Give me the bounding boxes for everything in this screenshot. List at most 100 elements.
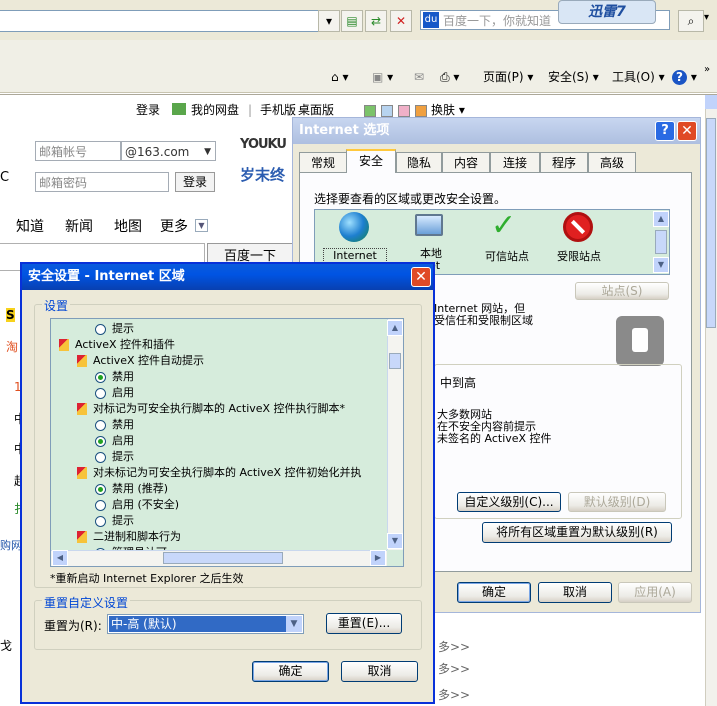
scroll-thumb[interactable]	[706, 118, 716, 328]
stop-button[interactable]: ✕	[390, 10, 412, 32]
search-go-button[interactable]: ⌕	[678, 10, 704, 32]
tab-content[interactable]: 内容	[442, 152, 490, 172]
setting-category[interactable]: ActiveX 控件自动提示	[77, 353, 204, 369]
custom-level-button[interactable]: 自定义级别(C)...	[457, 492, 561, 512]
setting-option[interactable]: 提示	[95, 449, 134, 465]
login-link[interactable]: 登录	[136, 101, 160, 119]
zone-trusted-sites[interactable]: 可信站点	[477, 248, 537, 264]
skin-swatch-orange[interactable]	[415, 105, 427, 117]
tab-general[interactable]: 常规	[299, 152, 347, 172]
refresh-button[interactable]: ⇄	[365, 10, 387, 32]
skin-swatch-pink[interactable]	[398, 105, 410, 117]
mobile-link[interactable]: 手机版	[260, 101, 296, 119]
scroll-up-button[interactable]	[705, 95, 717, 109]
nav-more[interactable]: 更多	[160, 216, 188, 236]
setting-category[interactable]: 对未标记为可安全执行脚本的 ActiveX 控件初始化并执	[77, 465, 362, 481]
h-scroll-thumb[interactable]	[163, 552, 283, 564]
tools-menu[interactable]: 工具(O) ▾	[612, 68, 665, 86]
setting-label: 提示	[112, 450, 134, 463]
close-button[interactable]: ✕	[677, 121, 697, 141]
radio-button[interactable]	[95, 323, 106, 335]
radio-button[interactable]	[95, 435, 106, 447]
youku-promo[interactable]: 岁末终	[240, 164, 285, 185]
radio-button[interactable]	[95, 419, 106, 431]
account-input[interactable]: 邮箱帐号	[35, 141, 121, 161]
chevron-right-icon[interactable]: »	[704, 64, 710, 75]
scroll-thumb[interactable]	[389, 353, 401, 369]
skin-swatch-green[interactable]	[364, 105, 376, 117]
radio-button[interactable]	[95, 371, 106, 383]
nav-news[interactable]: 新闻	[65, 216, 93, 236]
page-menu[interactable]: 页面(P) ▾	[483, 68, 533, 86]
compatibility-view-button[interactable]: ▤	[341, 10, 363, 32]
chevron-down-icon[interactable]: ▼	[195, 219, 208, 232]
scroll-down-button[interactable]: ▼	[653, 257, 669, 273]
radio-button[interactable]	[95, 451, 106, 463]
reset-level-select[interactable]: 中-高 (默认) ▼	[107, 614, 304, 634]
setting-option[interactable]: 提示	[95, 513, 134, 529]
netdisk-link[interactable]: 我的网盘	[191, 101, 239, 119]
mail-button[interactable]: ✉	[414, 68, 424, 86]
scroll-up-button[interactable]: ▲	[653, 211, 669, 227]
ie-ok-button[interactable]: 确定	[457, 582, 531, 603]
scroll-left-button[interactable]: ◀	[52, 550, 68, 566]
reset-all-zones-button[interactable]: 将所有区域重置为默认级别(R)	[482, 522, 672, 543]
tab-connections[interactable]: 连接	[490, 152, 540, 172]
tab-programs[interactable]: 程序	[540, 152, 588, 172]
setting-category[interactable]: 二进制和脚本行为	[77, 529, 181, 545]
setting-option[interactable]: 启用	[95, 385, 134, 401]
home-button[interactable]: ⌂ ▾	[331, 68, 348, 86]
tab-advanced[interactable]: 高级	[588, 152, 636, 172]
setting-option[interactable]: 启用	[95, 433, 134, 449]
address-bar[interactable]	[0, 10, 319, 32]
setting-option[interactable]: 提示	[95, 321, 134, 337]
help-button[interactable]: ?	[655, 121, 675, 141]
scroll-down-button[interactable]: ▼	[387, 533, 403, 549]
chevron-down-icon[interactable]: ▼	[286, 616, 302, 632]
default-level-button[interactable]: 默认级别(D)	[568, 492, 666, 512]
close-button[interactable]: ✕	[411, 267, 431, 287]
cancel-button[interactable]: 取消	[341, 661, 418, 682]
domain-select[interactable]: @163.com ▼	[121, 141, 216, 161]
more-link-1[interactable]: 多>>	[438, 638, 470, 655]
scroll-right-button[interactable]: ▶	[370, 550, 386, 566]
setting-category[interactable]: ActiveX 控件和插件	[59, 337, 175, 353]
youku-logo-text: YOUKU	[240, 137, 287, 152]
nav-zhidao[interactable]: 知道	[16, 216, 44, 236]
thunder-badge[interactable]: 迅雷7	[558, 0, 656, 24]
ie-apply-button[interactable]: 应用(A)	[618, 582, 692, 603]
setting-option[interactable]: 启用 (不安全)	[95, 497, 179, 513]
zone-restricted-sites[interactable]: 受限站点	[549, 248, 609, 264]
tab-privacy[interactable]: 隐私	[396, 152, 442, 172]
nav-map[interactable]: 地图	[114, 216, 142, 236]
settings-tree[interactable]: 提示 ActiveX 控件和插件 ActiveX 控件自动提示 禁用 启用 对标记为可安全…	[50, 318, 404, 567]
scroll-up-button[interactable]: ▲	[387, 320, 403, 336]
tab-security[interactable]: 安全	[346, 149, 396, 173]
radio-button[interactable]	[95, 483, 106, 495]
print-button[interactable]: ⎙ ▾	[440, 68, 459, 86]
password-input[interactable]: 邮箱密码	[35, 172, 169, 192]
radio-button[interactable]	[95, 499, 106, 511]
help-menu[interactable]: ? ▾	[672, 68, 697, 86]
skin-swatch-blue[interactable]	[381, 105, 393, 117]
setting-option[interactable]: 禁用 (推荐)	[95, 481, 168, 497]
ie-cancel-button[interactable]: 取消	[538, 582, 612, 603]
zone-internet[interactable]: Internet	[323, 248, 387, 263]
safety-menu[interactable]: 安全(S) ▾	[548, 68, 599, 86]
setting-category[interactable]: 对标记为可安全执行脚本的 ActiveX 控件执行脚本*	[77, 401, 345, 417]
search-options-chevron-icon[interactable]: ▾	[704, 12, 709, 23]
setting-option[interactable]: 禁用	[95, 417, 134, 433]
feeds-button[interactable]: ▣ ▾	[372, 68, 393, 86]
scroll-thumb[interactable]	[655, 230, 667, 254]
reset-button[interactable]: 重置(E)...	[326, 613, 402, 634]
ok-button[interactable]: 确定	[252, 661, 329, 682]
address-dropdown-button[interactable]: ▾	[318, 10, 340, 32]
more-link-3[interactable]: 多>>	[438, 686, 470, 703]
youku-logo[interactable]: YOUKU	[240, 137, 287, 152]
sites-button[interactable]: 站点(S)	[575, 282, 669, 300]
more-link-2[interactable]: 多>>	[438, 660, 470, 677]
setting-option[interactable]: 禁用	[95, 369, 134, 385]
radio-button[interactable]	[95, 387, 106, 399]
login-button[interactable]: 登录	[175, 172, 215, 192]
radio-button[interactable]	[95, 515, 106, 527]
